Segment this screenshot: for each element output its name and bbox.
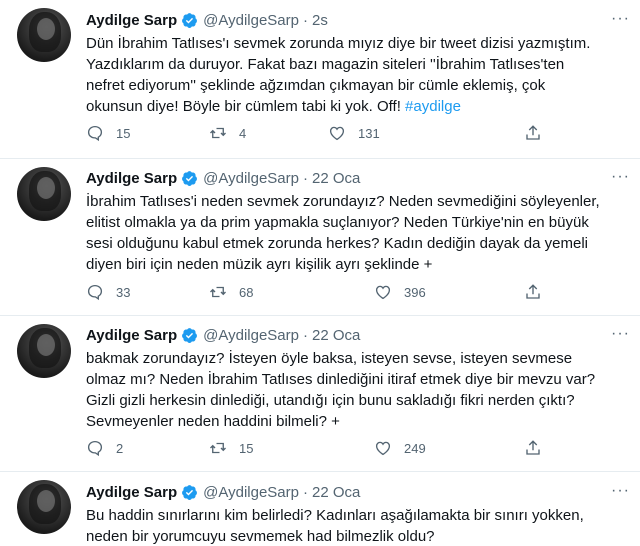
tweet-text-line: diyen biri için neden müzik ayrı kişilik… [86, 256, 433, 273]
tweet-text-line: neden bir yorumcuyu sevmemek had bilmezl… [86, 528, 435, 545]
author-name[interactable]: Aydilge Sarp [86, 170, 177, 187]
like-count: 396 [404, 284, 426, 300]
retweet-button[interactable]: 4 [209, 124, 246, 142]
retweet-count: 4 [239, 125, 247, 141]
share-button[interactable] [524, 439, 542, 457]
retweet-icon [210, 442, 226, 454]
like-button[interactable]: 131 [328, 124, 380, 142]
tweet-actions: 33 68 396 [86, 283, 556, 303]
verified-badge-icon [182, 12, 198, 28]
verified-badge-icon [182, 484, 198, 500]
share-icon [526, 284, 540, 299]
retweet-icon [210, 127, 226, 139]
share-button[interactable] [524, 283, 542, 301]
author-handle[interactable]: @AydilgeSarp [203, 327, 299, 344]
tweet-text-line: Bu haddin sınırlarını kim belirledi? Kad… [86, 507, 584, 524]
tweet-text: Dün İbrahim Tatlıses'ı sevmek zorunda mı… [86, 33, 634, 117]
tweet-header: Aydilge Sarp @AydilgeSarp · 22 Oca [86, 168, 360, 188]
tweet-text: Bu haddin sınırlarını kim belirledi? Kad… [86, 505, 634, 546]
like-icon [375, 285, 391, 300]
tweet-text-line: olmaz mı? Neden İbrahim Tatlıses dinledi… [86, 371, 596, 388]
retweet-button[interactable]: 15 [209, 439, 253, 457]
share-icon [526, 440, 540, 455]
tweet-text-line: Dün İbrahim Tatlıses'ı sevmek zorunda mı… [86, 35, 591, 52]
more-icon[interactable]: ··· [611, 482, 630, 500]
reply-button[interactable]: 15 [86, 124, 130, 142]
tweet-text-line: sesi olduğunu kabul etmek zorunda herkes… [86, 235, 588, 252]
reply-count: 15 [116, 125, 131, 141]
author-handle[interactable]: @AydilgeSarp [203, 12, 299, 29]
verified-badge-icon [182, 170, 198, 186]
like-button[interactable]: 249 [374, 439, 426, 457]
tweet[interactable]: Aydilge Sarp @AydilgeSarp · 22 Oca ··· İ… [0, 159, 640, 315]
tweet-timestamp[interactable]: 22 Oca [312, 327, 360, 344]
author-name[interactable]: Aydilge Sarp [86, 484, 177, 501]
share-button[interactable] [524, 124, 542, 142]
reply-icon [87, 125, 103, 142]
tweet-header: Aydilge Sarp @AydilgeSarp · 2s [86, 10, 328, 30]
like-icon [375, 441, 391, 456]
tweet-header: Aydilge Sarp @AydilgeSarp · 22 Oca [86, 482, 360, 502]
like-button[interactable]: 396 [374, 283, 426, 301]
tweet-header: Aydilge Sarp @AydilgeSarp · 22 Oca [86, 325, 360, 345]
tweet-text-line: Yazdıklarım da duruyor. Fakat bazı magaz… [86, 56, 565, 73]
tweet-text-line: bakmak zorundayız? İsteyen öyle baksa, i… [86, 350, 573, 367]
tweet[interactable]: Aydilge Sarp @AydilgeSarp · 2s ··· Dün İ… [0, 0, 640, 158]
tweet-timestamp[interactable]: 2s [312, 12, 328, 29]
reply-icon [87, 284, 103, 301]
tweet-actions: 2 15 249 [86, 439, 556, 459]
tweet-timestamp[interactable]: 22 Oca [312, 170, 360, 187]
tweet-actions: 15 4 131 [86, 124, 556, 144]
tweet-text-line: nefret ediyorum'' şeklinde ağzımdan çıkm… [86, 77, 546, 94]
more-icon[interactable]: ··· [611, 168, 630, 186]
avatar[interactable] [17, 480, 71, 534]
like-count: 131 [358, 125, 380, 141]
more-icon[interactable]: ··· [611, 10, 630, 28]
tweet-text-line: elitist olmakla ya da prim yapmakla suçl… [86, 214, 589, 231]
tweet-timestamp[interactable]: 22 Oca [312, 484, 360, 501]
reply-icon [87, 440, 103, 457]
retweet-count: 68 [239, 284, 254, 300]
separator-dot: · [302, 483, 308, 501]
hashtag-link[interactable]: #aydilge [405, 98, 461, 115]
tweet-text-line: Gizli gizli herkesin dinlediği, utandığı… [86, 392, 575, 409]
author-name[interactable]: Aydilge Sarp [86, 12, 177, 29]
reply-button[interactable]: 2 [86, 439, 123, 457]
retweet-icon [210, 286, 226, 298]
share-icon [526, 125, 540, 140]
tweet[interactable]: Aydilge Sarp @AydilgeSarp · 22 Oca ··· B… [0, 472, 640, 546]
reply-button[interactable]: 33 [86, 283, 130, 301]
retweet-count: 15 [239, 440, 254, 456]
like-icon [329, 126, 345, 141]
like-count: 249 [404, 440, 426, 456]
author-handle[interactable]: @AydilgeSarp [203, 170, 299, 187]
avatar[interactable] [17, 8, 71, 62]
separator-dot: · [302, 169, 308, 187]
avatar[interactable] [17, 167, 71, 221]
separator-dot: · [302, 11, 308, 29]
tweet[interactable]: Aydilge Sarp @AydilgeSarp · 22 Oca ··· b… [0, 316, 640, 471]
tweet-text-segment: okunsun diye! Böyle bir cümlem tabi ki y… [86, 98, 401, 115]
tweet-text-line: okunsun diye! Böyle bir cümlem tabi ki y… [86, 96, 634, 117]
tweet-text-line: Sevmeyenler neden haddini bilmeli? + [86, 413, 340, 430]
reply-count: 2 [116, 440, 124, 456]
author-name[interactable]: Aydilge Sarp [86, 327, 177, 344]
reply-count: 33 [116, 284, 131, 300]
separator-dot: · [302, 326, 308, 344]
more-icon[interactable]: ··· [611, 325, 630, 343]
tweet-text: İbrahim Tatlıses'i neden sevmek zorunday… [86, 191, 634, 275]
retweet-button[interactable]: 68 [209, 283, 253, 301]
tweet-text: bakmak zorundayız? İsteyen öyle baksa, i… [86, 348, 634, 432]
tweet-text-line: İbrahim Tatlıses'i neden sevmek zorunday… [86, 193, 600, 210]
author-handle[interactable]: @AydilgeSarp [203, 484, 299, 501]
avatar[interactable] [17, 324, 71, 378]
verified-badge-icon [182, 327, 198, 343]
